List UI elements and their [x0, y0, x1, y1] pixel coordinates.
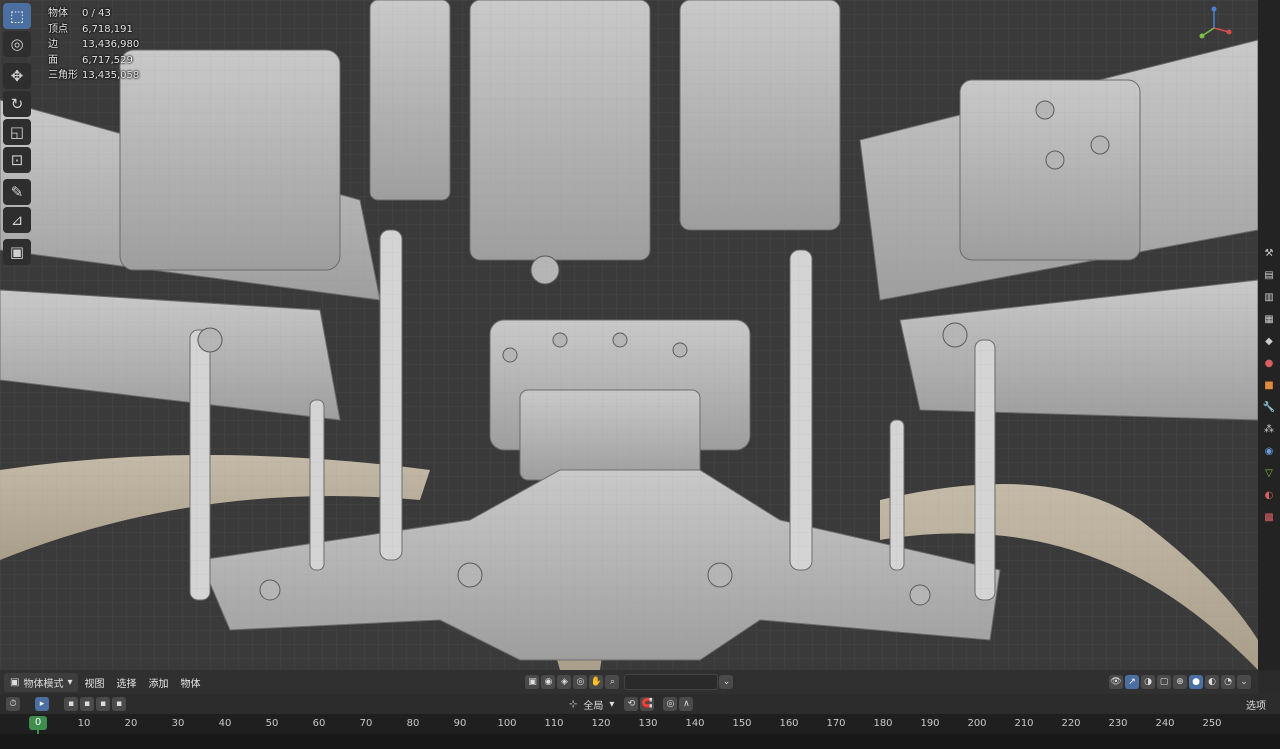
axis-gizmo-icon[interactable]	[1196, 6, 1232, 42]
frame-tick: 200	[967, 718, 987, 729]
frame-tick: 50	[265, 718, 279, 729]
frame-tick: 70	[359, 718, 373, 729]
menu-view[interactable]: 视图	[78, 673, 110, 692]
rotate-tool-icon[interactable]: ↻	[3, 91, 31, 117]
orientation-icon: ⊹	[569, 698, 578, 710]
frame-tick: 40	[218, 718, 232, 729]
particles-tab-icon[interactable]: ⁂	[1260, 420, 1278, 438]
overlay-toggle-icon[interactable]: ◑	[1141, 675, 1155, 689]
move-tool-icon[interactable]: ✥	[3, 63, 31, 89]
snap-mode-2-icon[interactable]: ▪	[80, 697, 94, 711]
menu-add[interactable]: 添加	[142, 673, 174, 692]
timeline-header: ⏱ ▸ ▪ ▪ ▪ ▪ ⊹ 全局 ▾ ⟲ 🧲 ◎ ∧ 选项	[0, 694, 1280, 714]
render-tab-icon[interactable]: ▤	[1260, 266, 1278, 284]
frame-tick: 190	[920, 718, 940, 729]
view-layer-tab-icon[interactable]: ▦	[1260, 310, 1278, 328]
scale-tool-icon[interactable]: ◱	[3, 119, 31, 145]
data-tab-icon[interactable]: ▽	[1260, 464, 1278, 482]
object-mode-icon: ▣	[10, 676, 20, 688]
snap-icon[interactable]: 🧲	[640, 697, 655, 711]
frame-tick: 250	[1202, 718, 1222, 729]
object-tab-icon[interactable]: ■	[1260, 376, 1278, 394]
editor-type-icon[interactable]: ⏱	[6, 697, 20, 711]
frame-tick: 30	[171, 718, 185, 729]
filter-search-icon[interactable]: ⌕	[605, 675, 620, 689]
search-input[interactable]	[624, 674, 719, 690]
frame-tick: 240	[1155, 718, 1175, 729]
scene-tab-icon[interactable]: ◆	[1260, 332, 1278, 350]
material-tab-icon[interactable]: ◐	[1260, 486, 1278, 504]
chevron-down-icon[interactable]: ⌄	[1237, 675, 1251, 689]
snap-mode-3-icon[interactable]: ▪	[96, 697, 110, 711]
transform-tool-icon[interactable]: ⊡	[3, 147, 31, 173]
viewport-filter-icons: ▣ ◉ ◈ ◎ ✋ ⌕ ⌄	[524, 674, 734, 690]
current-frame-indicator[interactable]: 0	[29, 716, 47, 730]
frame-tick: 60	[312, 718, 326, 729]
falloff-icon[interactable]: ∧	[679, 697, 694, 711]
mode-dropdown[interactable]: ▣ 物体模式 ▾	[4, 672, 79, 692]
filter-world-icon[interactable]: ◎	[573, 675, 588, 689]
cursor-tool-icon[interactable]: ◎	[3, 31, 31, 57]
menu-object[interactable]: 物体	[174, 673, 206, 692]
annotate-tool-icon[interactable]: ✎	[3, 179, 31, 205]
frame-tick: 110	[544, 718, 564, 729]
measure-tool-icon[interactable]: ⊿	[3, 207, 31, 233]
frame-tick: 170	[826, 718, 846, 729]
filter-hand-icon[interactable]: ✋	[589, 675, 604, 689]
proportional-edit-icon[interactable]: ◎	[663, 697, 678, 711]
frame-tick: 120	[591, 718, 611, 729]
wireframe-shading-icon[interactable]: ⊕	[1173, 675, 1187, 689]
timeline-ruler[interactable]: 0 10 20 30 40 50 60 70 80 90 100 110 120…	[0, 714, 1280, 749]
rendered-shading-icon[interactable]: ◔	[1221, 675, 1235, 689]
rotor-hub-render	[0, 0, 1258, 670]
properties-tabs: ⚒ ▤ ▥ ▦ ◆ ● ■ 🔧 ⁂ ◉ ▽ ◐ ▩	[1258, 0, 1280, 670]
filter-light-icon[interactable]: ◉	[541, 675, 556, 689]
scene-statistics: 物体 0 / 43 顶点 6,718,191 边 13,436,980 面 6,717,…	[48, 8, 140, 81]
add-cube-tool-icon[interactable]: ▣	[3, 239, 31, 265]
frame-tick: 10	[77, 718, 91, 729]
frame-tick: 20	[124, 718, 138, 729]
viewport-header: ▣ 物体模式 ▾ 视图 选择 添加 物体 ▣ ◉ ◈ ◎ ✋ ⌕ ⌄ 👁 ↗ ◑…	[0, 670, 1258, 694]
chevron-down-icon: ▾	[67, 676, 73, 688]
physics-tab-icon[interactable]: ◉	[1260, 442, 1278, 460]
snap-mode-1-icon[interactable]: ▪	[64, 697, 78, 711]
select-tool-icon[interactable]: ▸	[35, 697, 49, 711]
solid-shading-icon[interactable]: ●	[1189, 675, 1203, 689]
gizmo-toggle-icon[interactable]: ↗	[1125, 675, 1139, 689]
xray-toggle-icon[interactable]: ▢	[1157, 675, 1171, 689]
visibility-icon[interactable]: 👁	[1109, 675, 1123, 689]
select-tool-icon[interactable]: ⬚	[3, 3, 31, 29]
filter-mesh-icon[interactable]: ▣	[525, 675, 540, 689]
tool-tab-icon[interactable]: ⚒	[1260, 244, 1278, 262]
tool-shelf: ⬚ ◎ ✥ ↻ ◱ ⊡ ✎ ⊿ ▣	[3, 3, 33, 267]
frame-tick: 230	[1108, 718, 1128, 729]
output-tab-icon[interactable]: ▥	[1260, 288, 1278, 306]
material-shading-icon[interactable]: ◐	[1205, 675, 1219, 689]
frame-tick: 140	[685, 718, 705, 729]
frame-tick: 160	[779, 718, 799, 729]
frame-tick: 100	[497, 718, 517, 729]
timeline-track[interactable]	[0, 734, 1280, 749]
frame-tick: 220	[1061, 718, 1081, 729]
frame-tick: 180	[873, 718, 893, 729]
shading-controls: 👁 ↗ ◑ ▢ ⊕ ● ◐ ◔ ⌄	[1108, 675, 1258, 689]
filter-camera-icon[interactable]: ◈	[557, 675, 572, 689]
menu-select[interactable]: 选择	[110, 673, 142, 692]
3d-viewport[interactable]: ⬚ ◎ ✥ ↻ ◱ ⊡ ✎ ⊿ ▣ 物体 0 / 43 顶点 6,718,191 边…	[0, 0, 1258, 670]
frame-tick: 90	[453, 718, 467, 729]
options-dropdown[interactable]: 选项	[1246, 697, 1266, 712]
frame-tick: 150	[732, 718, 752, 729]
snap-mode-4-icon[interactable]: ▪	[112, 697, 126, 711]
chevron-down-icon: ▾	[609, 698, 615, 710]
frame-tick: 210	[1014, 718, 1034, 729]
pivot-icon[interactable]: ⟲	[624, 697, 639, 711]
chevron-down-icon[interactable]: ⌄	[719, 675, 734, 689]
frame-tick: 130	[638, 718, 658, 729]
texture-tab-icon[interactable]: ▩	[1260, 508, 1278, 526]
modifier-tab-icon[interactable]: 🔧	[1260, 398, 1278, 416]
world-tab-icon[interactable]: ●	[1260, 354, 1278, 372]
transform-orientation-dropdown[interactable]: ⊹ 全局 ▾	[569, 697, 614, 712]
frame-tick: 80	[406, 718, 420, 729]
